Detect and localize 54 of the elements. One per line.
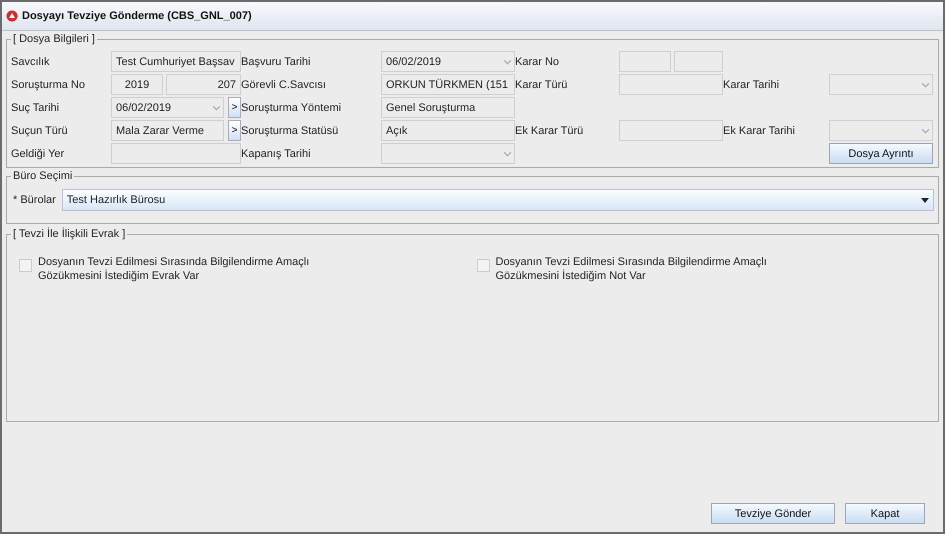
checkbox[interactable] [476, 259, 490, 272]
date-dropdown[interactable] [381, 143, 515, 164]
field-label: Suç Tarihi [11, 102, 60, 114]
field-label: Soruşturma Yöntemi [241, 102, 342, 114]
date-dropdown[interactable]: 06/02/2019 [111, 97, 224, 118]
field-label: Ek Karar Tarihi [723, 124, 795, 136]
field-label: Soruşturma No [11, 78, 85, 90]
text-field[interactable]: ORKUN TÜRKMEN (151 [381, 74, 515, 95]
more-button[interactable]: > [228, 120, 241, 141]
text-field[interactable] [619, 74, 723, 95]
field-label: Kapanış Tarihi [241, 148, 311, 160]
field-label: Karar Türü [515, 78, 568, 90]
chevron-down-icon [921, 128, 930, 134]
field-label: Karar Tarihi [723, 78, 780, 90]
group-title: [ Dosya Bilgileri ] [11, 33, 97, 46]
text-field[interactable] [619, 51, 671, 72]
date-dropdown[interactable]: 06/02/2019 [381, 51, 515, 72]
text-field[interactable]: 207 [166, 74, 241, 95]
text-field[interactable]: Mala Zarar Verme [111, 120, 224, 141]
checkbox[interactable] [19, 259, 32, 272]
chevron-down-icon [921, 198, 929, 202]
chevron-down-icon [503, 58, 512, 64]
text-field[interactable]: Genel Soruşturma [381, 97, 515, 118]
date-dropdown[interactable] [829, 74, 933, 95]
text-field[interactable]: 2019 [111, 74, 163, 95]
checkbox-label: Dosyanın Tevzi Edilmesi Sırasında Bilgilendirme Amaçlı Gözükmesini İstediğim Not Var [496, 255, 768, 283]
office-dropdown[interactable]: Test Hazırlık Bürosu [62, 189, 934, 211]
text-field[interactable]: Test Cumhuriyet Başsav [111, 51, 241, 72]
field-label: Savcılık [11, 56, 50, 68]
text-field[interactable]: Açık [381, 120, 515, 141]
field-label: Suçun Türü [11, 124, 68, 136]
text-field[interactable] [619, 120, 723, 141]
field-label: Geldiği Yer [11, 148, 64, 160]
chevron-down-icon [212, 104, 221, 110]
details-button[interactable]: Dosya Ayrıntı [829, 143, 933, 164]
date-dropdown[interactable] [829, 120, 933, 141]
send-button[interactable]: Tevziye Gönder [711, 503, 835, 524]
text-field[interactable] [111, 143, 241, 164]
text-field[interactable] [674, 51, 723, 72]
more-button[interactable]: > [228, 97, 241, 118]
window-title: Dosyayı Tevziye Gönderme (CBS_GNL_007) [22, 10, 252, 22]
checkbox-label: Dosyanın Tevzi Edilmesi Sırasında Bilgilendirme Amaçlı Gözükmesini İstediğim Evrak Var [38, 255, 310, 283]
field-label: Ek Karar Türü [515, 124, 584, 136]
group-title: [ Tevzi İle İlişkili Evrak ] [11, 228, 128, 241]
group-title: Büro Seçimi [11, 170, 74, 183]
close-button[interactable]: Kapat [845, 503, 925, 524]
field-label: Görevli C.Savcısı [241, 78, 326, 90]
field-label: Soruşturma Statüsü [241, 124, 338, 136]
chevron-down-icon [503, 150, 512, 156]
app-logo-icon [6, 10, 18, 22]
chevron-down-icon [921, 82, 930, 88]
field-label: Başvuru Tarihi [241, 56, 310, 68]
field-label: * Bürolar [13, 194, 56, 206]
field-label: Karar No [515, 56, 560, 68]
